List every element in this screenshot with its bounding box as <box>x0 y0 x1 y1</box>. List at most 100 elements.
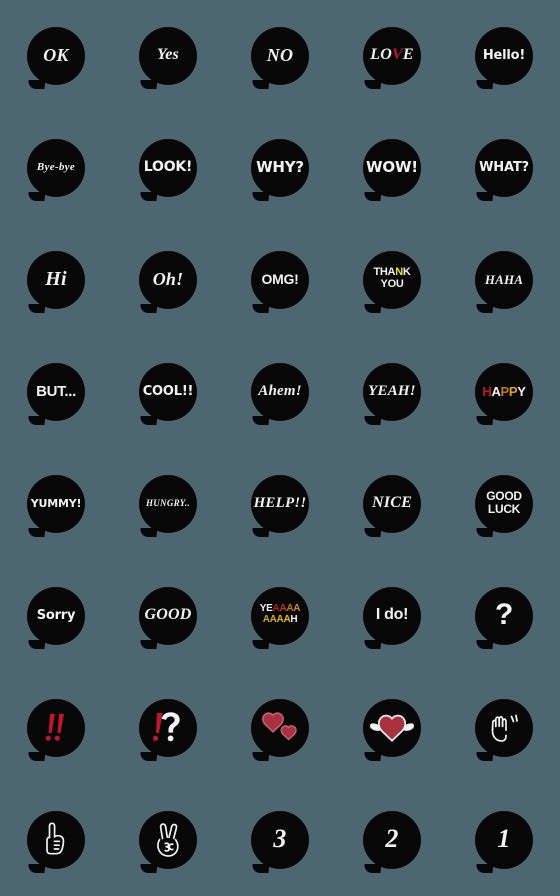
speech-bubble-but[interactable]: BUT... <box>27 363 85 421</box>
sticker-cell-oh[interactable]: Oh! <box>112 224 224 336</box>
speech-bubble-what[interactable]: WHAT? <box>475 139 533 197</box>
sticker-cell-sorry[interactable]: Sorry <box>0 560 112 672</box>
sticker-cell-but[interactable]: BUT... <box>0 336 112 448</box>
speech-bubble-help[interactable]: HELP!! <box>251 475 309 533</box>
speech-bubble-haha[interactable]: HAHA <box>475 251 533 309</box>
speech-bubble-number-3[interactable]: 3 <box>251 811 309 869</box>
sticker-cell-question[interactable]: ? <box>448 560 560 672</box>
sticker-label-but: BUT... <box>36 382 76 400</box>
speech-bubble-sorry[interactable]: Sorry <box>27 587 85 645</box>
speech-bubble-hungry[interactable]: HUNGRY.. <box>139 475 197 533</box>
sticker-cell-nice[interactable]: NICE <box>336 448 448 560</box>
thumbs-up-icon <box>33 817 79 863</box>
sticker-cell-number-2[interactable]: 2 <box>336 784 448 896</box>
sticker-cell-good[interactable]: GOOD <box>112 560 224 672</box>
speech-bubble-two-hearts[interactable] <box>251 699 309 757</box>
sticker-label-thank-you-part-0: THA <box>373 266 396 279</box>
sticker-cell-what[interactable]: WHAT? <box>448 112 560 224</box>
sticker-cell-help[interactable]: HELP!! <box>224 448 336 560</box>
sticker-label-question: ? <box>494 598 514 631</box>
winged-heart-icon <box>369 705 415 751</box>
sticker-cell-number-3[interactable]: 3 <box>224 784 336 896</box>
sticker-label-omg: OMG! <box>261 271 299 287</box>
speech-bubble-yeaaaa[interactable]: YEAAAA AAAAH <box>251 587 309 645</box>
sticker-label-yummy: YUMMY! <box>30 496 82 510</box>
sticker-label-number-1: 1 <box>497 824 511 853</box>
speech-bubble-question[interactable]: ? <box>475 587 533 645</box>
speech-bubble-winged-heart[interactable] <box>363 699 421 757</box>
sticker-label-good-luck: GOOD LUCK <box>486 489 522 516</box>
speech-bubble-good[interactable]: GOOD <box>139 587 197 645</box>
peace-hand-icon <box>145 817 191 863</box>
speech-bubble-thank-you[interactable]: THANK YOU <box>363 251 421 309</box>
speech-bubble-interrobang[interactable] <box>139 699 197 757</box>
speech-bubble-wow[interactable]: WOW! <box>363 139 421 197</box>
sticker-label-hi: Hi <box>45 268 67 290</box>
speech-bubble-no[interactable]: NO <box>251 27 309 85</box>
sticker-cell-thank-you[interactable]: THANK YOU <box>336 224 448 336</box>
sticker-cell-interrobang[interactable] <box>112 672 224 784</box>
sticker-cell-happy[interactable]: HAPPY <box>448 336 560 448</box>
sticker-cell-winged-heart[interactable] <box>336 672 448 784</box>
speech-bubble-ahem[interactable]: Ahem! <box>251 363 309 421</box>
sticker-cell-look[interactable]: LOOK! <box>112 112 224 224</box>
sticker-label-cool: COOL!! <box>142 383 194 399</box>
sticker-label-oh: Oh! <box>152 269 184 289</box>
sticker-cell-haha[interactable]: HAHA <box>448 224 560 336</box>
sticker-cell-no[interactable]: NO <box>224 0 336 112</box>
sticker-cell-yummy[interactable]: YUMMY! <box>0 448 112 560</box>
speech-bubble-hi[interactable]: Hi <box>27 251 85 309</box>
sticker-cell-waving-hand[interactable] <box>448 672 560 784</box>
sticker-label-love-part-2: E <box>402 46 414 63</box>
sticker-cell-hi[interactable]: Hi <box>0 224 112 336</box>
speech-bubble-thumbs-up[interactable] <box>27 811 85 869</box>
speech-bubble-i-do[interactable]: I do! <box>363 587 421 645</box>
sticker-cell-number-1[interactable]: 1 <box>448 784 560 896</box>
sticker-cell-good-luck[interactable]: GOOD LUCK <box>448 448 560 560</box>
speech-bubble-omg[interactable]: OMG! <box>251 251 309 309</box>
sticker-cell-yeah[interactable]: YEAH! <box>336 336 448 448</box>
sticker-cell-two-hearts[interactable] <box>224 672 336 784</box>
speech-bubble-ok[interactable]: OK <box>27 27 85 85</box>
sticker-cell-wow[interactable]: WOW! <box>336 112 448 224</box>
speech-bubble-look[interactable]: LOOK! <box>139 139 197 197</box>
sticker-cell-hello[interactable]: Hello! <box>448 0 560 112</box>
sticker-label-bye-bye: Bye-bye <box>36 160 76 173</box>
speech-bubble-why[interactable]: WHY? <box>251 139 309 197</box>
speech-bubble-number-2[interactable]: 2 <box>363 811 421 869</box>
speech-bubble-yes[interactable]: Yes <box>139 27 197 85</box>
speech-bubble-happy[interactable]: HAPPY <box>475 363 533 421</box>
speech-bubble-number-1[interactable]: 1 <box>475 811 533 869</box>
speech-bubble-yummy[interactable]: YUMMY! <box>27 475 85 533</box>
sticker-cell-hungry[interactable]: HUNGRY.. <box>112 448 224 560</box>
sticker-label-thank-you: THANK YOU <box>373 266 410 293</box>
sticker-cell-ahem[interactable]: Ahem! <box>224 336 336 448</box>
sticker-cell-yes[interactable]: Yes <box>112 0 224 112</box>
sticker-cell-why[interactable]: WHY? <box>224 112 336 224</box>
speech-bubble-cool[interactable]: COOL!! <box>139 363 197 421</box>
sticker-cell-i-do[interactable]: I do! <box>336 560 448 672</box>
sticker-label-look: LOOK! <box>143 159 193 175</box>
speech-bubble-yeah[interactable]: YEAH! <box>363 363 421 421</box>
sticker-cell-yeaaaa[interactable]: YEAAAA AAAAH <box>224 560 336 672</box>
speech-bubble-waving-hand[interactable] <box>475 699 533 757</box>
speech-bubble-nice[interactable]: NICE <box>363 475 421 533</box>
sticker-cell-ok[interactable]: OK <box>0 0 112 112</box>
sticker-cell-thumbs-up[interactable] <box>0 784 112 896</box>
speech-bubble-peace-sign[interactable] <box>139 811 197 869</box>
sticker-label-yeaaaa-part-7: A <box>269 614 277 625</box>
sticker-cell-double-exclamation[interactable] <box>0 672 112 784</box>
sticker-cell-love[interactable]: LOVE <box>336 0 448 112</box>
speech-bubble-oh[interactable]: Oh! <box>139 251 197 309</box>
sticker-cell-bye-bye[interactable]: Bye-bye <box>0 112 112 224</box>
speech-bubble-good-luck[interactable]: GOOD LUCK <box>475 475 533 533</box>
sticker-cell-omg[interactable]: OMG! <box>224 224 336 336</box>
speech-bubble-love[interactable]: LOVE <box>363 27 421 85</box>
sticker-cell-peace-sign[interactable] <box>112 784 224 896</box>
sticker-cell-cool[interactable]: COOL!! <box>112 336 224 448</box>
speech-bubble-hello[interactable]: Hello! <box>475 27 533 85</box>
sticker-label-why: WHY? <box>256 157 304 176</box>
speech-bubble-double-exclamation[interactable] <box>27 699 85 757</box>
exclamation-question-icon <box>145 705 191 751</box>
speech-bubble-bye-bye[interactable]: Bye-bye <box>27 139 85 197</box>
